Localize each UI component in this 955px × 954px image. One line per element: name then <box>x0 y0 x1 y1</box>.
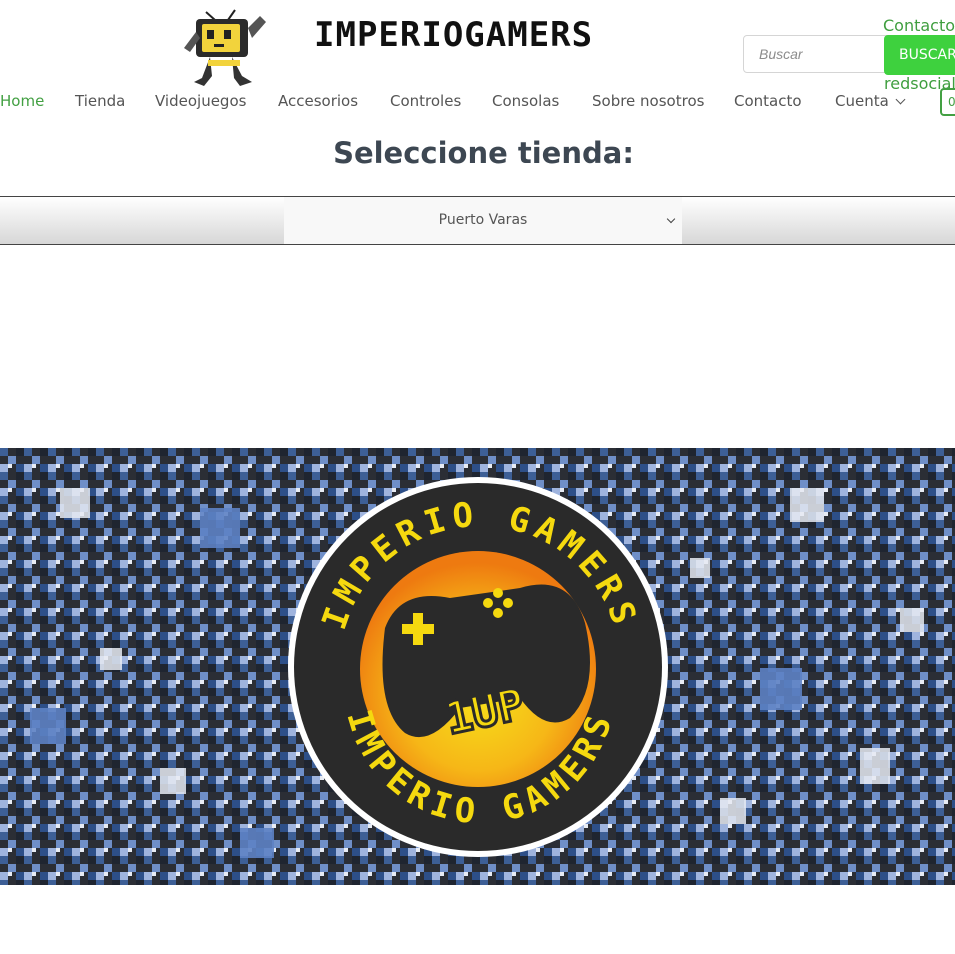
page-title: Seleccione tienda: <box>333 136 634 170</box>
search-button[interactable]: BUSCAR <box>884 35 955 75</box>
cart-button[interactable]: 0 <box>940 88 955 116</box>
nav-item-accesorios[interactable]: Accesorios <box>278 92 358 110</box>
store-select-value: Puerto Varas <box>438 212 528 228</box>
nav-item-videojuegos[interactable]: Videojuegos <box>155 92 246 110</box>
nav-item-tienda[interactable]: Tienda <box>75 92 125 110</box>
search-input[interactable] <box>743 35 893 73</box>
nav-item-cuenta[interactable]: Cuenta <box>835 92 906 110</box>
brand-wordmark[interactable]: IMPERIOGAMERS <box>314 15 593 55</box>
nav-item-controles[interactable]: Controles <box>390 92 461 110</box>
chevron-down-icon <box>666 214 676 224</box>
nav-item-contacto[interactable]: Contacto <box>734 92 802 110</box>
tv-robot-mascot-icon <box>184 9 266 86</box>
nav-item-cuenta-label: Cuenta <box>835 92 889 110</box>
nav-item-sobre-nosotros[interactable]: Sobre nosotros <box>592 92 704 110</box>
logo-mascot[interactable] <box>180 8 268 88</box>
top-contact-link[interactable]: Contacto <box>883 16 955 35</box>
nav-item-home[interactable]: Home <box>0 92 44 110</box>
hero-banner: IMPERIO GAMERS IMPERIO GAMERS 1UP <box>0 448 955 885</box>
chevron-down-icon <box>895 94 906 105</box>
banner-art: IMPERIO GAMERS IMPERIO GAMERS 1UP <box>0 448 955 885</box>
store-select[interactable]: Puerto Varas <box>284 197 682 244</box>
nav-item-consolas[interactable]: Consolas <box>492 92 559 110</box>
